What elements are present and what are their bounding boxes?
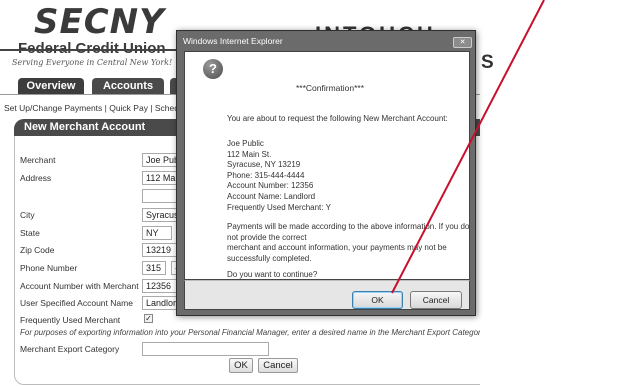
dialog-intro: You are about to request the following N… [227, 114, 448, 123]
question-icon: ? [203, 59, 223, 79]
label-frequent-merchant: Frequently Used Merchant [20, 315, 121, 325]
label-state: State [20, 228, 40, 238]
label-phone: Phone Number [20, 263, 78, 273]
dialog-cancel-button[interactable]: Cancel [410, 291, 462, 309]
detail-frequent: Frequently Used Merchant: Y [227, 202, 331, 212]
dialog-footer: OK Cancel [184, 280, 470, 310]
confirmation-dialog: Windows Internet Explorer ✕ ? ***Confirm… [176, 30, 476, 316]
state-input[interactable]: NY [142, 226, 172, 240]
dialog-title: Windows Internet Explorer [183, 36, 283, 46]
dialog-question: Do you want to continue? [227, 270, 318, 279]
detail-account-number: Account Number: 12356 [227, 181, 314, 191]
dialog-close-button[interactable]: ✕ [453, 37, 472, 48]
dialog-body: ? ***Confirmation*** You are about to re… [184, 51, 470, 280]
secny-logo: SECNY Federal Credit Union Serving Every… [6, 2, 186, 68]
warning-line: successfully completed. [227, 253, 312, 263]
label-account-name: User Specified Account Name [20, 298, 133, 308]
detail-phone: Phone: 315-444-4444 [227, 170, 305, 180]
detail-name: Joe Public [227, 139, 264, 148]
form-cancel-button[interactable]: Cancel [258, 358, 298, 373]
warning-line: Payments will be made according to the a… [227, 222, 470, 231]
form-ok-button[interactable]: OK [229, 358, 253, 373]
export-category-input[interactable] [142, 342, 269, 356]
label-merchant: Merchant [20, 155, 56, 165]
detail-city: Syracuse, NY 13219 [227, 160, 301, 170]
subnav-links[interactable]: Set Up/Change Payments | Quick Pay | Sch… [4, 103, 179, 113]
logo-divider [0, 49, 180, 51]
detail-account-name: Account Name: Landlord [227, 192, 316, 201]
right-whitespace [480, 93, 623, 386]
warning-line: merchant and account information, your p… [227, 243, 447, 253]
logo-brand: SECNY [34, 2, 165, 42]
label-export-category: Merchant Export Category [20, 344, 120, 354]
phone-area-input[interactable]: 315 [142, 261, 166, 275]
tab-overview[interactable]: Overview [18, 78, 84, 95]
dialog-heading: ***Confirmation*** [296, 83, 365, 93]
label-address: Address [20, 173, 52, 183]
label-account-number: Account Number with Merchant [20, 281, 139, 291]
logo-tagline: Serving Everyone in Central New York! [12, 58, 173, 67]
product-title-tail: S [481, 52, 494, 73]
label-city: City [20, 210, 35, 220]
warning-line: not provide the correct [227, 232, 307, 242]
tab-accounts[interactable]: Accounts [92, 78, 164, 95]
frequent-merchant-checkbox[interactable]: ✓ [144, 314, 153, 323]
label-zip: Zip Code [20, 245, 55, 255]
export-note: For purposes of exporting information in… [20, 328, 504, 337]
detail-street: 112 Main St. [227, 149, 272, 159]
dialog-ok-button[interactable]: OK [352, 291, 403, 309]
